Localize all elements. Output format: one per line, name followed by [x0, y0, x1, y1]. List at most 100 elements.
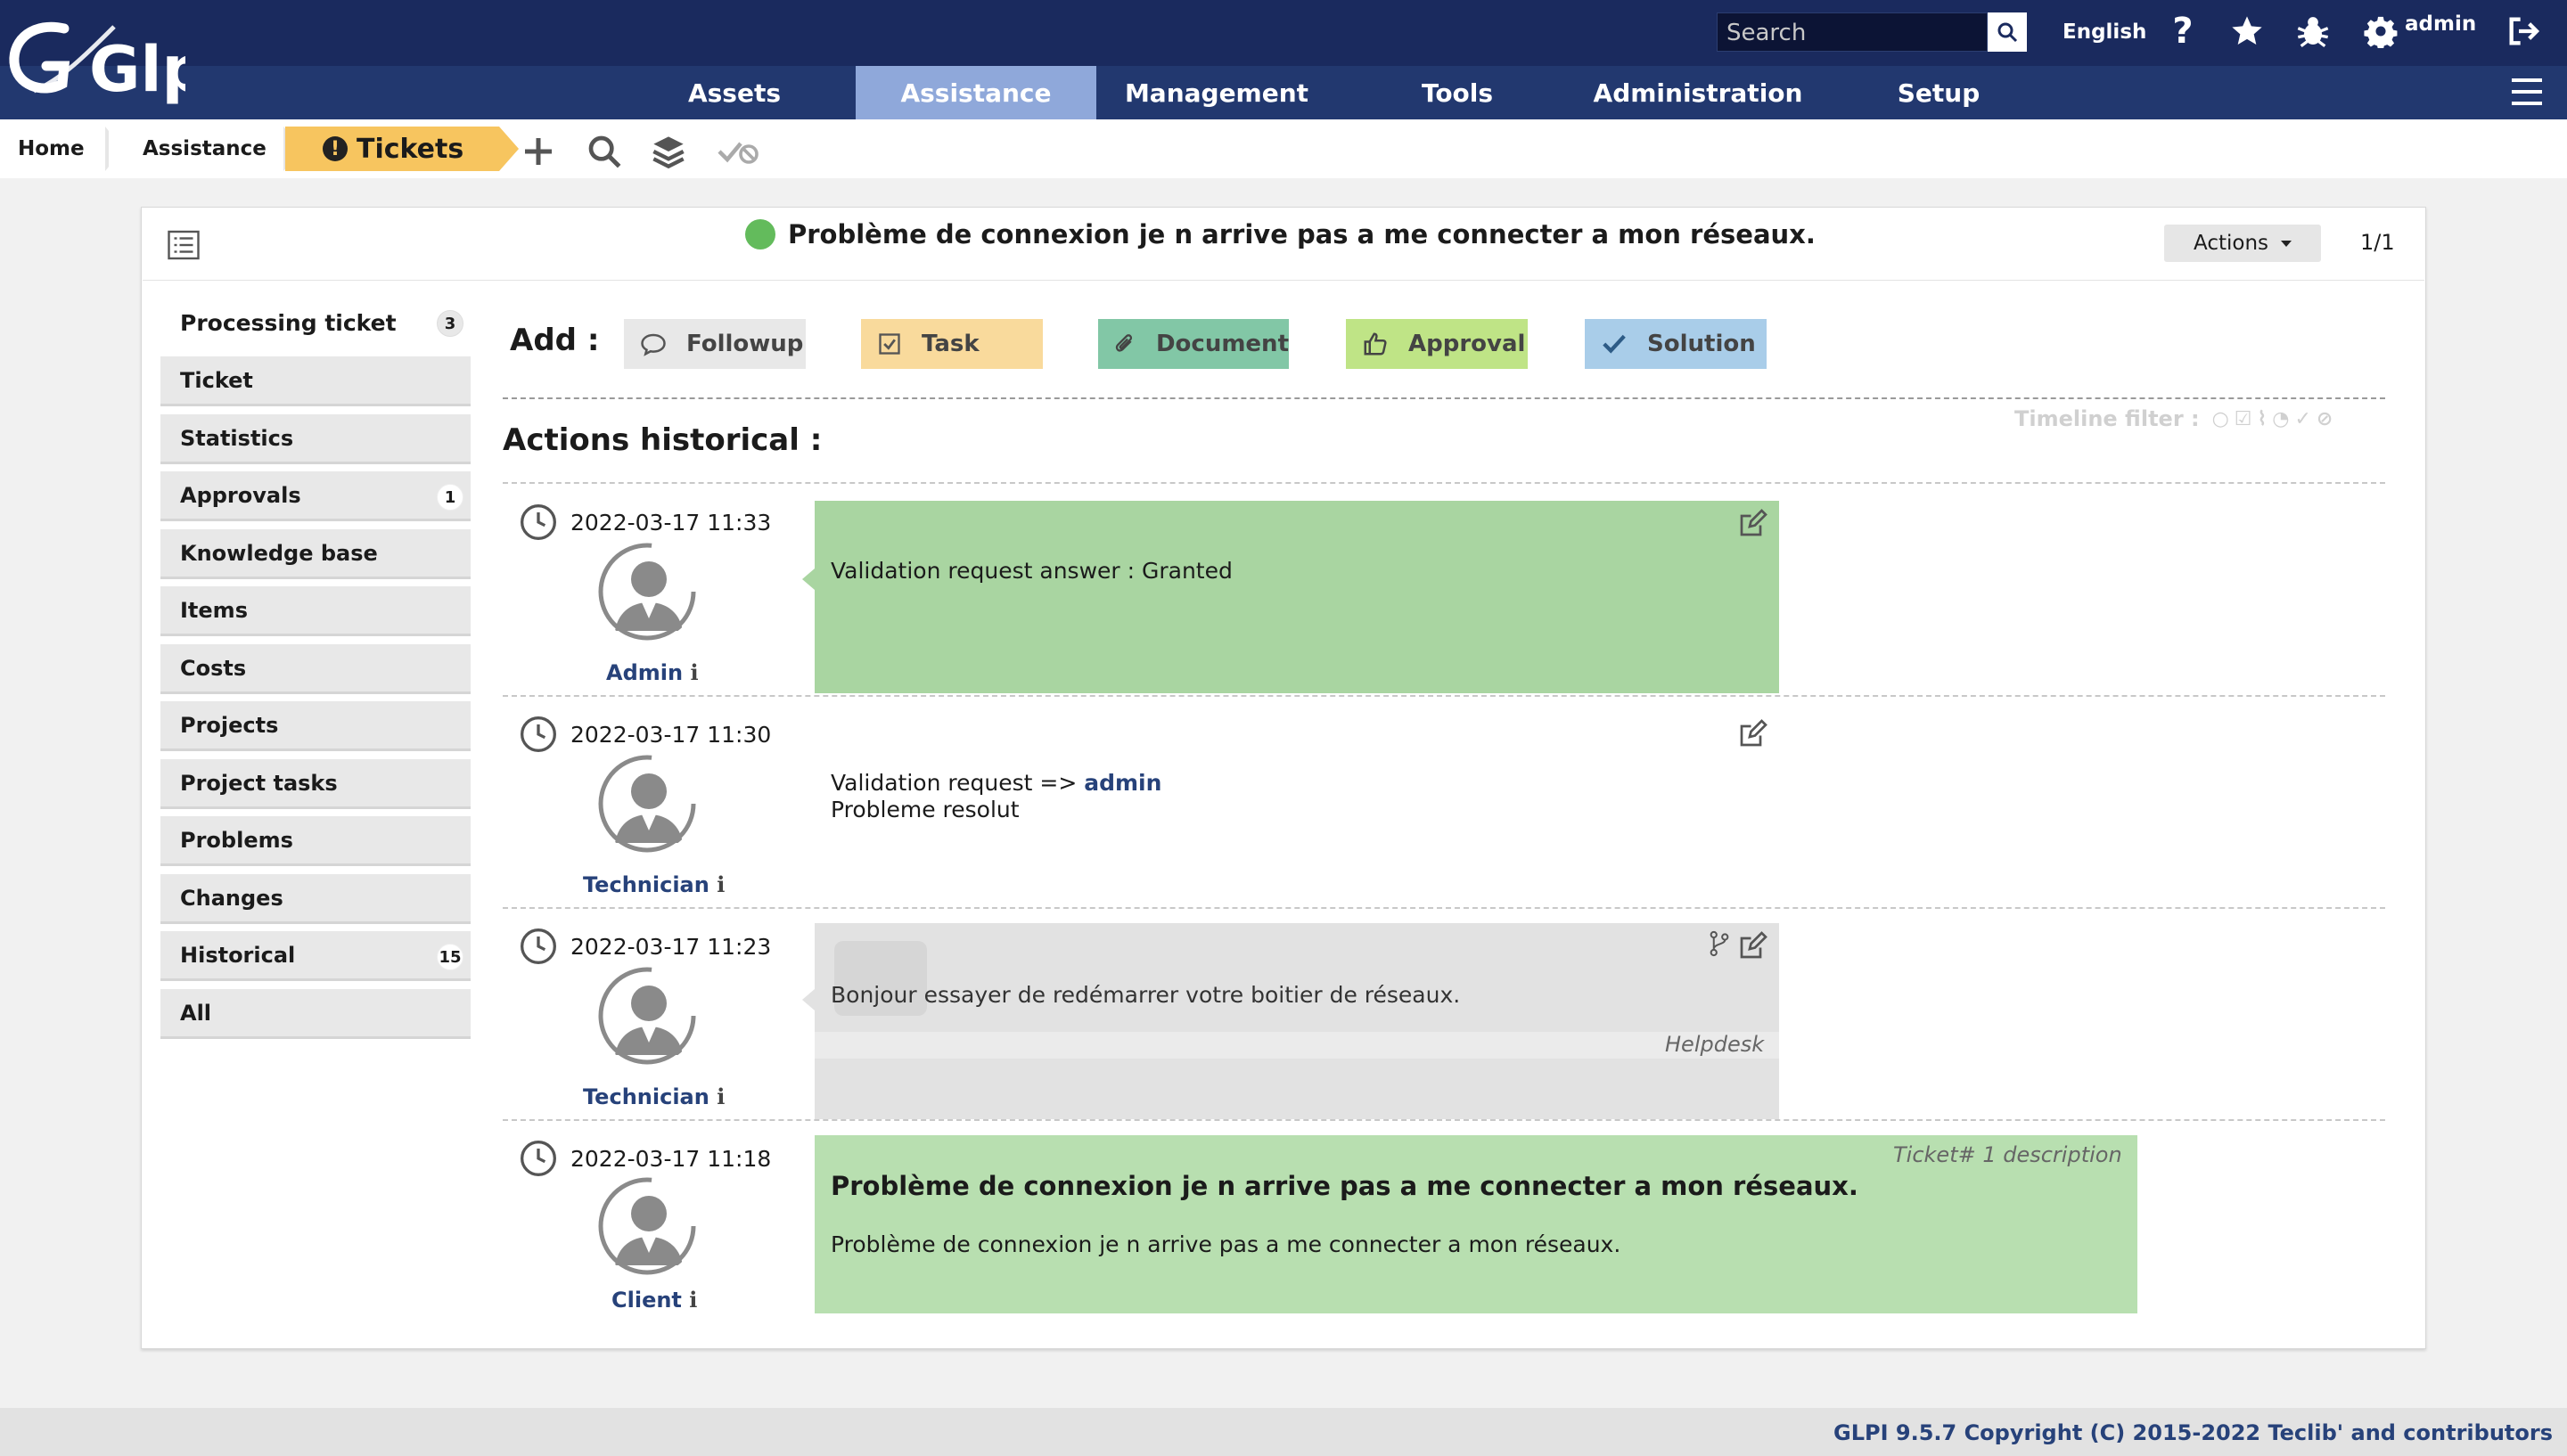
tab-label: Project tasks [180, 770, 338, 796]
add-task-button[interactable]: Task [861, 319, 1043, 369]
svg-text:Glpi: Glpi [89, 33, 185, 106]
paperclip-icon [1115, 334, 1133, 352]
bug-icon[interactable] [2292, 11, 2333, 52]
user-link[interactable]: admin [1084, 770, 1161, 796]
nav-assets[interactable]: Assets [670, 66, 799, 119]
breadcrumb-assistance[interactable]: Assistance [109, 127, 283, 171]
nav-management[interactable]: Management [1118, 66, 1316, 119]
add-followup-button[interactable]: Followup [624, 319, 806, 369]
tab-projects[interactable]: Projects [160, 701, 471, 751]
author-name: Admin [606, 660, 684, 685]
add-divider [503, 397, 2385, 399]
edit-icon[interactable] [1736, 930, 1768, 966]
timeline-divider [503, 1119, 2385, 1121]
timeline-date-text: 2022-03-17 11:33 [570, 509, 772, 536]
comment-icon [641, 333, 666, 356]
tab-badge: 1 [437, 484, 463, 511]
actions-label: Actions [2193, 232, 2268, 255]
timeline-divider [503, 907, 2385, 909]
tab-approvals[interactable]: Approvals 1 [160, 471, 471, 521]
help-icon[interactable]: ? [2162, 11, 2203, 52]
language-selector[interactable]: English [2063, 20, 2146, 44]
add-approval-button[interactable]: Approval [1346, 319, 1528, 369]
timeline-text: Bonjour essayer de redémarrer votre boit… [831, 982, 1461, 1008]
tab-ticket[interactable]: Ticket [160, 356, 471, 406]
tab-items[interactable]: Items [160, 586, 471, 636]
logout-icon[interactable] [2503, 11, 2544, 52]
edit-icon[interactable] [1736, 508, 1768, 544]
add-solution-label: Solution [1647, 331, 1756, 357]
tab-historical[interactable]: Historical 15 [160, 931, 471, 981]
tab-changes[interactable]: Changes [160, 874, 471, 924]
star-icon[interactable] [2227, 11, 2268, 52]
tab-badge: 15 [437, 944, 463, 970]
glpi-logo[interactable]: Glpi [7, 9, 185, 109]
pager: 1/1 [2360, 230, 2395, 255]
tab-knowledge-base[interactable]: Knowledge base [160, 529, 471, 579]
avatar [597, 1176, 697, 1276]
tab-problems[interactable]: Problems [160, 816, 471, 866]
author-name: Technician [583, 872, 709, 897]
add-icon[interactable] [521, 134, 556, 169]
tab-all[interactable]: All [160, 989, 471, 1039]
ticket-description-text: Problème de connexion je n arrive pas a … [831, 1231, 1621, 1257]
tab-costs[interactable]: Costs [160, 644, 471, 694]
ticket-title-text: Problème de connexion je n arrive pas a … [788, 219, 1816, 249]
validation-text: Validation request => [831, 770, 1085, 796]
breadcrumb-home[interactable]: Home [0, 127, 105, 171]
user-name[interactable]: admin [2405, 12, 2476, 36]
tab-label: Knowledge base [180, 540, 378, 566]
followup-source: Helpdesk [1665, 1032, 1765, 1057]
list-view-icon[interactable] [168, 230, 200, 260]
timeline-filter[interactable]: Timeline filter : ○☑⌇◔✓⊘ [2014, 406, 2338, 431]
search-button[interactable] [1988, 12, 2027, 52]
nav-setup[interactable]: Setup [1872, 66, 2005, 119]
card-header-divider [143, 280, 2424, 281]
timeline-author[interactable]: Technician i [583, 871, 725, 897]
nav-assistance[interactable]: Assistance [856, 66, 1096, 119]
add-followup-label: Followup [686, 331, 804, 357]
avatar [597, 542, 697, 642]
layers-icon[interactable] [651, 134, 686, 169]
check-ban-icon[interactable] [717, 135, 759, 168]
gear-icon[interactable] [2360, 11, 2401, 52]
timeline-bubble [815, 923, 1779, 1119]
info-icon: i [717, 1084, 726, 1109]
followup-footer [815, 1032, 1779, 1059]
tab-statistics[interactable]: Statistics [160, 414, 471, 464]
tab-label: Projects [180, 712, 279, 738]
search-icon [1997, 22, 2018, 43]
info-icon: i [689, 1287, 698, 1313]
edit-icon[interactable] [1736, 718, 1768, 754]
search-input[interactable] [1718, 13, 1989, 53]
tab-processing-ticket[interactable]: Processing ticket 3 [160, 298, 471, 348]
timeline-author[interactable]: Client i [611, 1287, 697, 1313]
actions-dropdown[interactable]: Actions [2164, 225, 2321, 262]
author-name: Technician [583, 1084, 709, 1109]
tab-badge: 3 [437, 310, 463, 337]
clock-icon [521, 504, 556, 540]
tab-project-tasks[interactable]: Project tasks [160, 759, 471, 809]
timeline-date: 2022-03-17 11:18 [519, 1139, 771, 1178]
search-tickets-icon[interactable] [586, 134, 622, 169]
timeline-author[interactable]: Admin i [606, 659, 699, 685]
timeline-author[interactable]: Technician i [583, 1084, 725, 1109]
author-name: Client [611, 1288, 682, 1313]
breadcrumb-tickets[interactable]: ! Tickets [285, 127, 499, 171]
info-icon: i [717, 871, 726, 897]
branch-icon[interactable] [1708, 930, 1731, 961]
timeline-text: Validation request answer : Granted [831, 558, 1233, 584]
nav-administration[interactable]: Administration [1587, 66, 1809, 119]
timeline-filter-icons[interactable]: ○☑⌇◔✓⊘ [2212, 408, 2339, 430]
hamburger-menu-icon[interactable] [2512, 78, 2542, 105]
tab-label: Historical [180, 942, 296, 968]
add-document-button[interactable]: Document [1098, 319, 1289, 369]
breadcrumb-tickets-label: Tickets [357, 133, 464, 165]
footer-copyright[interactable]: GLPI 9.5.7 Copyright (C) 2015-2022 Tecli… [1833, 1420, 2553, 1445]
add-label: Add : [510, 323, 600, 358]
tab-label: Statistics [180, 425, 294, 451]
nav-tools[interactable]: Tools [1390, 66, 1524, 119]
add-solution-button[interactable]: Solution [1585, 319, 1767, 369]
checkbox-icon [879, 333, 900, 355]
tab-label: Ticket [180, 367, 253, 393]
